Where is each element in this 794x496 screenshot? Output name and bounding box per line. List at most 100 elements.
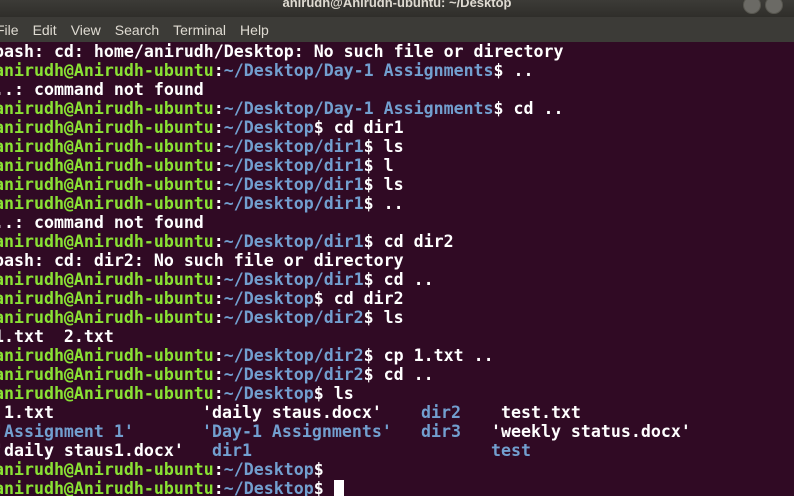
prompt-separator: : xyxy=(213,175,224,194)
prompt-path: ~/Desktop xyxy=(223,289,314,308)
prompt-path: ~/Desktop/dir1 xyxy=(223,194,364,213)
prompt-user: anirudh@Anirudh-ubuntu xyxy=(0,99,214,118)
prompt-path: ~/Desktop/dir2 xyxy=(223,308,364,327)
prompt-dollar: $ xyxy=(363,365,374,384)
menu-view[interactable]: View xyxy=(71,22,101,38)
prompt-user: anirudh@Anirudh-ubuntu xyxy=(0,270,214,289)
prompt-user: anirudh@Anirudh-ubuntu xyxy=(0,365,214,384)
prompt-path: ~/Desktop/dir1 xyxy=(223,175,364,194)
prompt-user: anirudh@Anirudh-ubuntu xyxy=(0,308,214,327)
ls-entry-file: 'daily staus.docx' xyxy=(202,403,382,422)
menu-terminal[interactable]: Terminal xyxy=(173,22,226,38)
prompt-user: anirudh@Anirudh-ubuntu xyxy=(0,137,214,156)
prompt-dollar: $ xyxy=(363,308,374,327)
prompt-path: ~/Desktop/dir1 xyxy=(223,270,364,289)
command-text: cd dir1 xyxy=(323,118,404,137)
prompt-dollar: $ xyxy=(493,99,504,118)
prompt-path: ~/Desktop xyxy=(223,118,314,137)
menu-edit[interactable]: Edit xyxy=(33,22,57,38)
command-text: ls xyxy=(323,384,354,403)
prompt-separator: : xyxy=(213,156,224,175)
prompt-line: anirudh@Anirudh-ubuntu:~/Desktop/Day-1 A… xyxy=(0,61,794,80)
prompt-path: ~/Desktop xyxy=(223,460,314,479)
ls-output-row: 'daily staus1.docx' dir1 test xyxy=(0,441,794,460)
output-line: 1.txt 2.txt xyxy=(0,327,114,346)
prompt-dollar: $ xyxy=(363,346,374,365)
menu-file[interactable]: File xyxy=(0,22,19,38)
prompt-user: anirudh@Anirudh-ubuntu xyxy=(0,232,214,251)
prompt-separator: : xyxy=(213,308,224,327)
prompt-user: anirudh@Anirudh-ubuntu xyxy=(0,479,214,496)
ls-output-row: 1.txt 'daily staus.docx' dir2 test.txt xyxy=(0,403,794,422)
prompt-dollar: $ xyxy=(363,194,374,213)
menu-bar: File Edit View Search Terminal Help xyxy=(0,17,794,42)
command-text xyxy=(324,479,334,496)
output-line: ..: command not found xyxy=(0,213,204,232)
prompt-separator: : xyxy=(213,384,224,403)
prompt-line: anirudh@Anirudh-ubuntu:~/Desktop$ cd dir… xyxy=(0,289,794,308)
command-text: cd dir2 xyxy=(373,232,454,251)
command-text: cd .. xyxy=(503,99,564,118)
prompt-dollar: $ xyxy=(313,460,324,479)
maximize-button[interactable] xyxy=(765,0,783,14)
command-text: cd dir2 xyxy=(323,289,404,308)
prompt-dollar: $ xyxy=(363,232,374,251)
menu-help[interactable]: Help xyxy=(240,22,269,38)
prompt-path: ~/Desktop/dir2 xyxy=(223,365,364,384)
prompt-line: anirudh@Anirudh-ubuntu:~/Desktop/dir1$ l… xyxy=(0,175,794,194)
prompt-line: anirudh@Anirudh-ubuntu:~/Desktop/dir1$ .… xyxy=(0,194,794,213)
prompt-dollar: $ xyxy=(313,118,324,137)
prompt-separator: : xyxy=(213,137,224,156)
prompt-separator: : xyxy=(213,346,224,365)
prompt-dollar: $ xyxy=(363,156,374,175)
prompt-separator: : xyxy=(213,365,224,384)
output-line: ..: command not found xyxy=(0,80,204,99)
prompt-line: anirudh@Anirudh-ubuntu:~/Desktop/dir1$ c… xyxy=(0,270,794,289)
prompt-line: anirudh@Anirudh-ubuntu:~/Desktop$ xyxy=(0,479,794,496)
prompt-separator: : xyxy=(213,118,224,137)
prompt-line: anirudh@Anirudh-ubuntu:~/Desktop$ cd dir… xyxy=(0,118,794,137)
prompt-user: anirudh@Anirudh-ubuntu xyxy=(0,61,214,80)
ls-entry-directory: test xyxy=(491,441,531,460)
ls-entry-directory: dir2 xyxy=(421,403,461,422)
prompt-line: anirudh@Anirudh-ubuntu:~/Desktop/Day-1 A… xyxy=(0,99,794,118)
prompt-dollar: $ xyxy=(313,289,324,308)
prompt-line: anirudh@Anirudh-ubuntu:~/Desktop/dir2$ l… xyxy=(0,308,794,327)
prompt-dollar: $ xyxy=(493,61,504,80)
prompt-line: anirudh@Anirudh-ubuntu:~/Desktop/dir1$ l xyxy=(0,156,794,175)
ls-entry-file: 'daily staus1.docx' xyxy=(0,441,184,460)
prompt-line: anirudh@Anirudh-ubuntu:~/Desktop/dir1$ c… xyxy=(0,232,794,251)
terminal-window: anirudh@Anirudh-ubuntu: ~/Desktop File E… xyxy=(0,0,794,496)
text-cursor xyxy=(333,480,344,496)
prompt-dollar: $ xyxy=(313,479,324,496)
command-text: ls xyxy=(373,175,404,194)
command-text: ls xyxy=(373,137,404,156)
prompt-user: anirudh@Anirudh-ubuntu xyxy=(0,194,214,213)
prompt-path: ~/Desktop/Day-1 Assignments xyxy=(223,99,494,118)
output-line: bash: cd: dir2: No such file or director… xyxy=(0,251,404,270)
prompt-path: ~/Desktop/dir1 xyxy=(223,156,364,175)
command-text: ls xyxy=(373,308,404,327)
command-text: cp 1.txt .. xyxy=(373,346,494,365)
minimize-button[interactable] xyxy=(743,0,761,14)
command-text: cd .. xyxy=(373,270,434,289)
title-bar[interactable]: anirudh@Anirudh-ubuntu: ~/Desktop xyxy=(0,0,794,17)
prompt-line: anirudh@Anirudh-ubuntu:~/Desktop/dir2$ c… xyxy=(0,365,794,384)
ls-entry-file: test.txt xyxy=(491,403,581,422)
ls-entry-directory: 'Assignment 1' xyxy=(0,422,134,441)
command-text: .. xyxy=(373,194,404,213)
prompt-separator: : xyxy=(213,99,224,118)
prompt-user: anirudh@Anirudh-ubuntu xyxy=(0,289,214,308)
prompt-line: anirudh@Anirudh-ubuntu:~/Desktop/dir2$ c… xyxy=(0,346,794,365)
prompt-dollar: $ xyxy=(363,137,374,156)
prompt-separator: : xyxy=(213,289,224,308)
prompt-dollar: $ xyxy=(363,270,374,289)
prompt-user: anirudh@Anirudh-ubuntu xyxy=(0,384,214,403)
prompt-line: anirudh@Anirudh-ubuntu:~/Desktop$ xyxy=(0,460,794,479)
prompt-user: anirudh@Anirudh-ubuntu xyxy=(0,118,214,137)
prompt-path: ~/Desktop/dir2 xyxy=(223,346,364,365)
menu-search[interactable]: Search xyxy=(115,22,159,38)
prompt-line: anirudh@Anirudh-ubuntu:~/Desktop/dir1$ l… xyxy=(0,137,794,156)
prompt-path: ~/Desktop/dir1 xyxy=(223,232,364,251)
terminal-output[interactable]: bash: cd: home/anirudh/Desktop: No such … xyxy=(0,42,794,496)
